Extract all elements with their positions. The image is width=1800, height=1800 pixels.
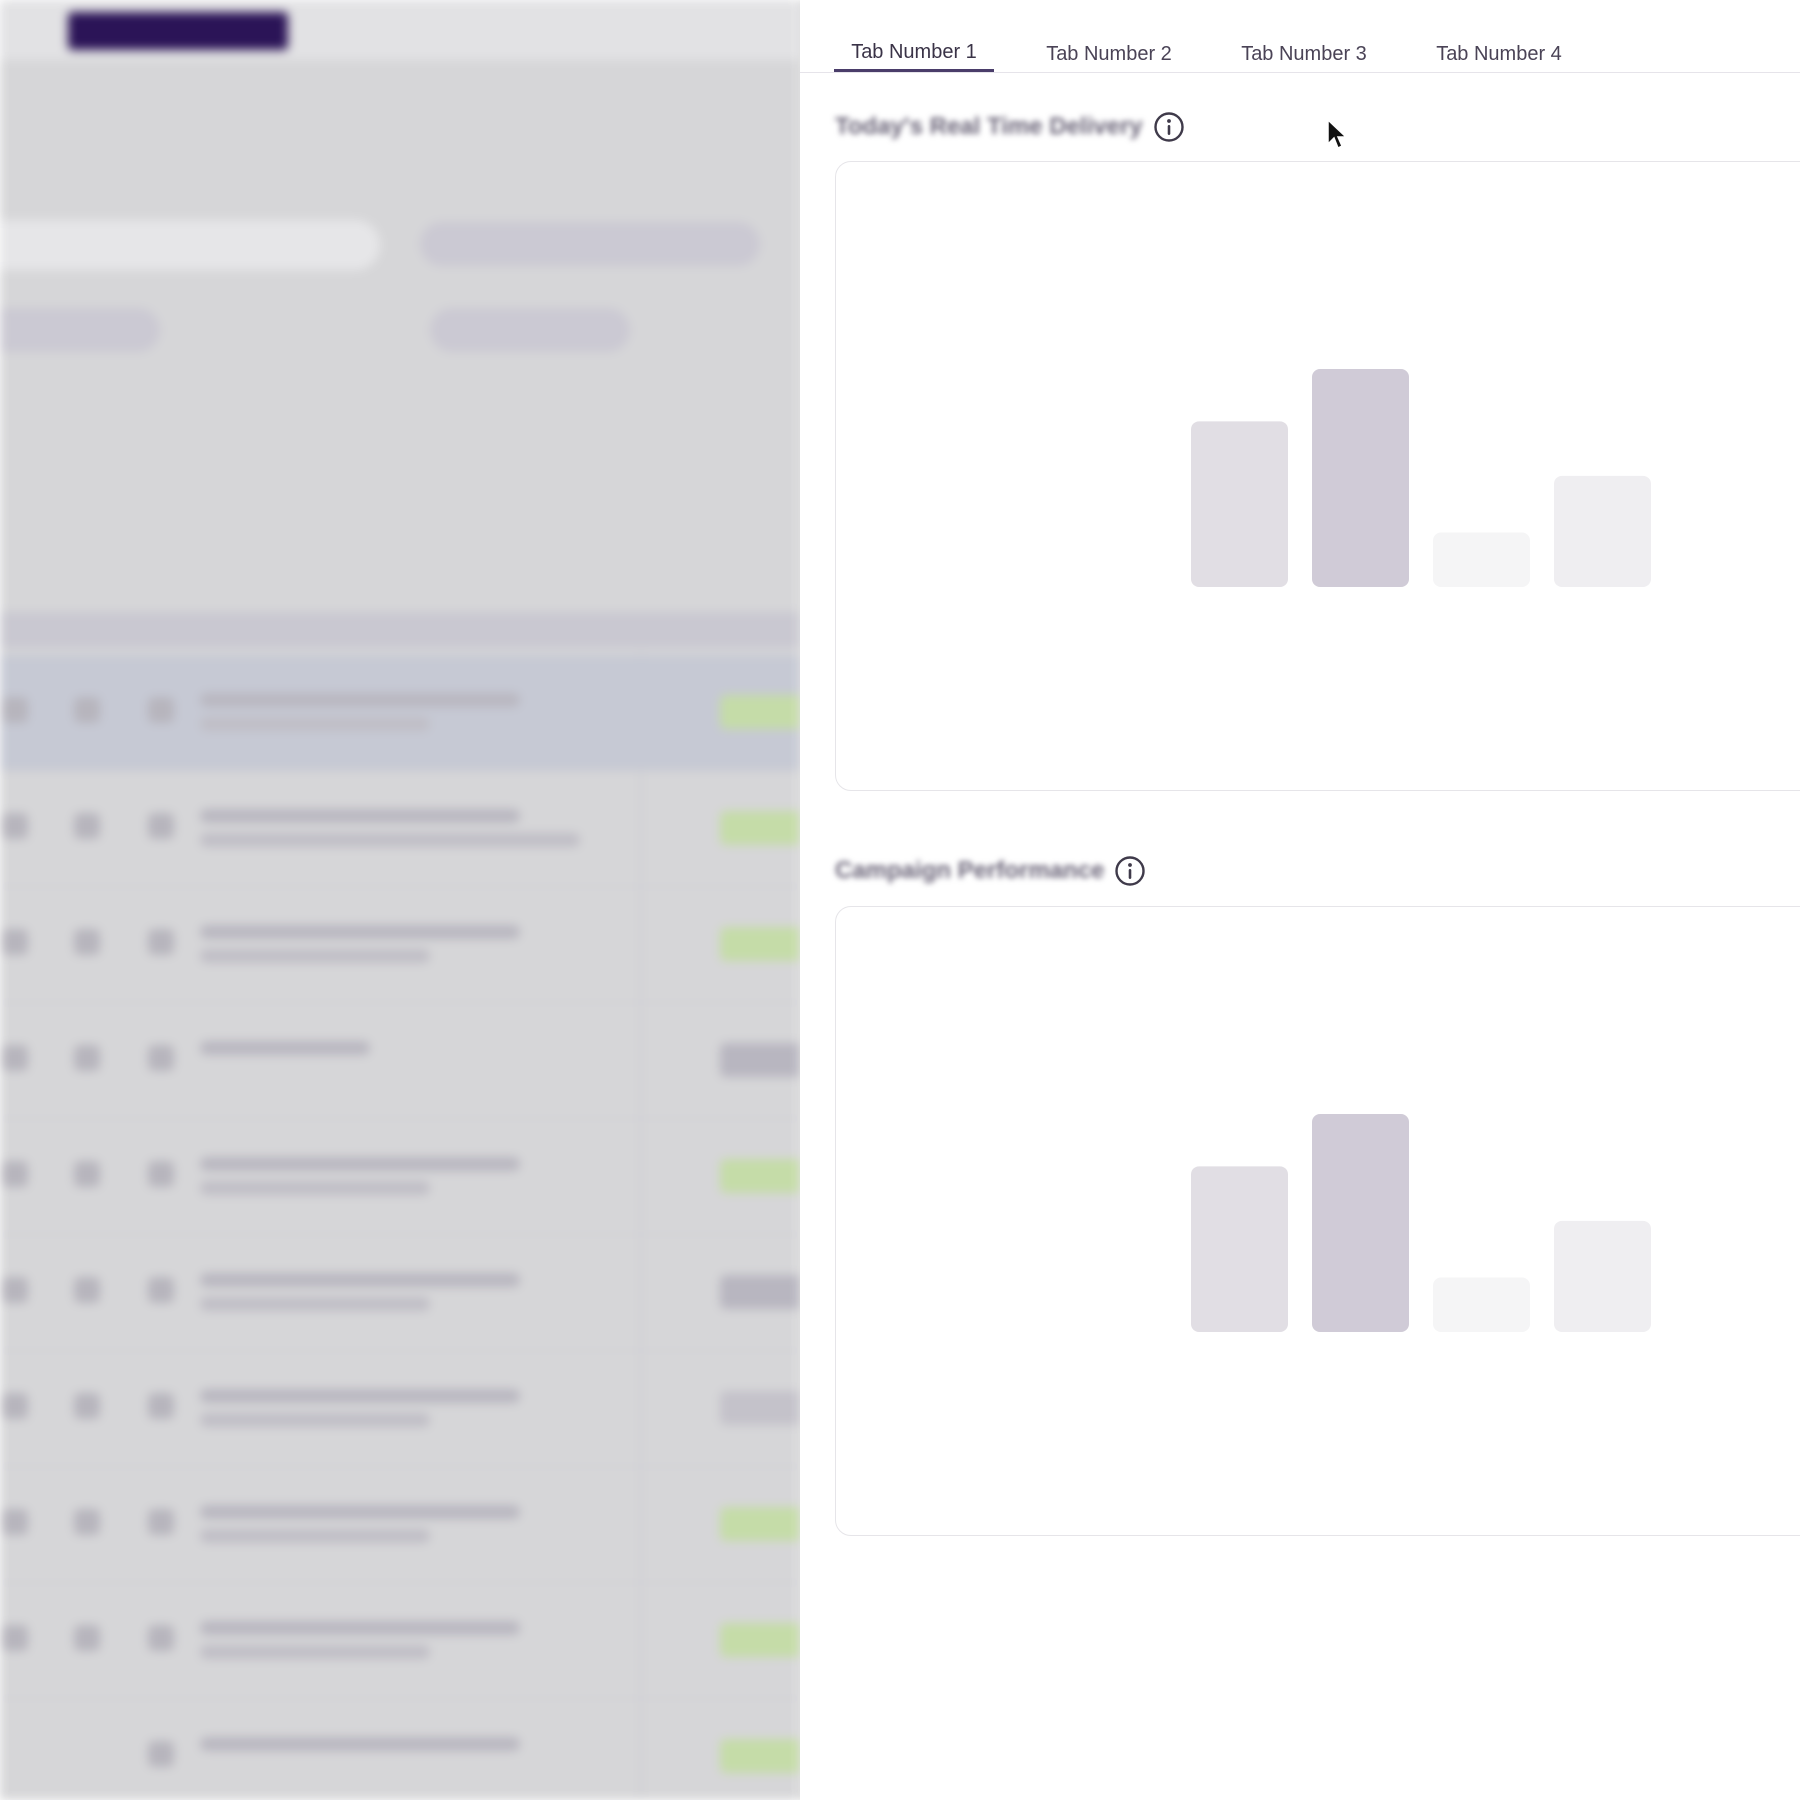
background-table-row bbox=[0, 1235, 800, 1351]
background-table-row bbox=[0, 1699, 800, 1800]
background-nav-item bbox=[730, 12, 800, 50]
tab-3[interactable]: Tab Number 3 bbox=[1224, 28, 1384, 72]
tab-2[interactable]: Tab Number 2 bbox=[1029, 28, 1189, 72]
background-nav-item bbox=[310, 12, 490, 50]
mouse-cursor-icon bbox=[1327, 118, 1348, 150]
placeholder-bar-2 bbox=[1312, 1114, 1409, 1332]
placeholder-bar-4 bbox=[1554, 475, 1651, 587]
placeholder-bar-1 bbox=[1191, 1166, 1288, 1332]
background-table-row bbox=[0, 887, 800, 1003]
background-filter bbox=[0, 308, 160, 352]
background-filter bbox=[430, 308, 630, 352]
tab-bar: Tab Number 1 Tab Number 2 Tab Number 3 T… bbox=[800, 0, 1800, 73]
section-title-text: Campaign Performance bbox=[835, 857, 1105, 884]
section-title-text: Today's Real Time Delivery bbox=[835, 113, 1143, 140]
background-top-nav bbox=[0, 0, 800, 60]
tab-4[interactable]: Tab Number 4 bbox=[1419, 28, 1579, 72]
chart-card-campaign-performance bbox=[835, 906, 1800, 1536]
placeholder-bar-4 bbox=[1554, 1220, 1651, 1332]
section-title-real-time-delivery: Today's Real Time Delivery bbox=[835, 112, 1185, 142]
placeholder-bar-1 bbox=[1191, 421, 1288, 587]
background-table-row bbox=[0, 1583, 800, 1699]
background-table-row bbox=[0, 655, 800, 771]
background-filter bbox=[190, 308, 390, 352]
info-icon[interactable] bbox=[1114, 855, 1146, 887]
background-nav-item bbox=[520, 12, 700, 50]
background-table-row bbox=[0, 1351, 800, 1467]
background-app bbox=[0, 0, 800, 1800]
background-pill bbox=[420, 222, 760, 266]
background-search bbox=[0, 220, 380, 270]
background-group-row bbox=[0, 612, 800, 648]
chart-card-real-time-delivery bbox=[835, 161, 1800, 791]
background-table-row bbox=[0, 771, 800, 887]
background-filter bbox=[660, 308, 780, 352]
background-nav-item-active bbox=[68, 12, 288, 50]
info-icon[interactable] bbox=[1153, 111, 1185, 143]
placeholder-bar-3 bbox=[1433, 1277, 1530, 1332]
background-table-row bbox=[0, 1003, 800, 1119]
background-nav-item bbox=[0, 12, 40, 50]
background-table-row bbox=[0, 1467, 800, 1583]
placeholder-bar-chart bbox=[1191, 1114, 1651, 1332]
section-title-campaign-performance: Campaign Performance bbox=[835, 856, 1146, 886]
tab-1[interactable]: Tab Number 1 bbox=[834, 28, 994, 72]
placeholder-bar-chart bbox=[1191, 369, 1651, 587]
background-table-row bbox=[0, 1119, 800, 1235]
detail-panel: Tab Number 1 Tab Number 2 Tab Number 3 T… bbox=[800, 0, 1800, 1800]
placeholder-bar-2 bbox=[1312, 369, 1409, 587]
placeholder-bar-3 bbox=[1433, 532, 1530, 587]
